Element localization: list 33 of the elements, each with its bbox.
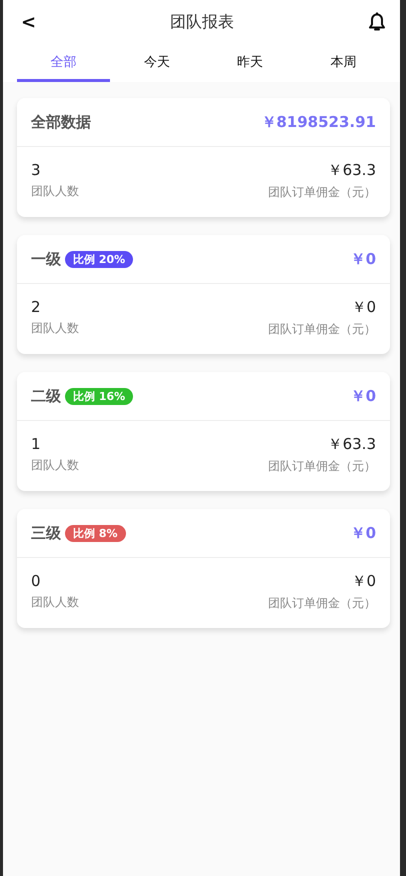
commission-amount: ￥0 <box>351 298 376 317</box>
commission-label: 团队订单佣金（元） <box>268 321 376 338</box>
card-title: 三级 <box>31 524 61 542</box>
card-title: 二级 <box>31 386 61 406</box>
tab[interactable]: 今天 <box>110 44 204 82</box>
commission-label: 团队订单佣金（元） <box>268 184 376 201</box>
ratio-badge: 比例 8% <box>65 524 126 542</box>
ratio-badge: 比例 20% <box>65 250 134 268</box>
total-amount: ￥0 <box>350 524 376 542</box>
commission-amount: ￥63.3 <box>328 161 376 180</box>
member-label: 团队人数 <box>31 457 79 474</box>
member-label: 团队人数 <box>31 320 79 337</box>
commission-amount: ￥63.3 <box>328 435 376 454</box>
member-label: 团队人数 <box>31 183 79 200</box>
member-count: 0 <box>31 572 42 590</box>
total-amount: ￥8198523.91 <box>261 112 376 132</box>
member-count: 3 <box>31 161 42 179</box>
total-amount: ￥0 <box>350 386 376 406</box>
card-title: 全部数据 <box>31 112 91 132</box>
member-count: 1 <box>31 435 42 453</box>
commission-label: 团队订单佣金（元） <box>268 595 376 612</box>
tab[interactable]: 昨天 <box>204 44 297 82</box>
tab[interactable]: 本周 <box>296 44 390 82</box>
ratio-badge: 比例 16% <box>65 388 134 404</box>
back-button[interactable]: < <box>21 12 36 32</box>
total-amount: ￥0 <box>350 250 376 268</box>
member-count: 2 <box>31 298 42 316</box>
page-title: 团队报表 <box>170 12 234 32</box>
card-title: 一级 <box>31 250 61 268</box>
bell-icon[interactable] <box>368 12 386 32</box>
commission-label: 团队订单佣金（元） <box>268 458 376 475</box>
member-label: 团队人数 <box>31 594 79 611</box>
commission-amount: ￥0 <box>351 572 376 591</box>
